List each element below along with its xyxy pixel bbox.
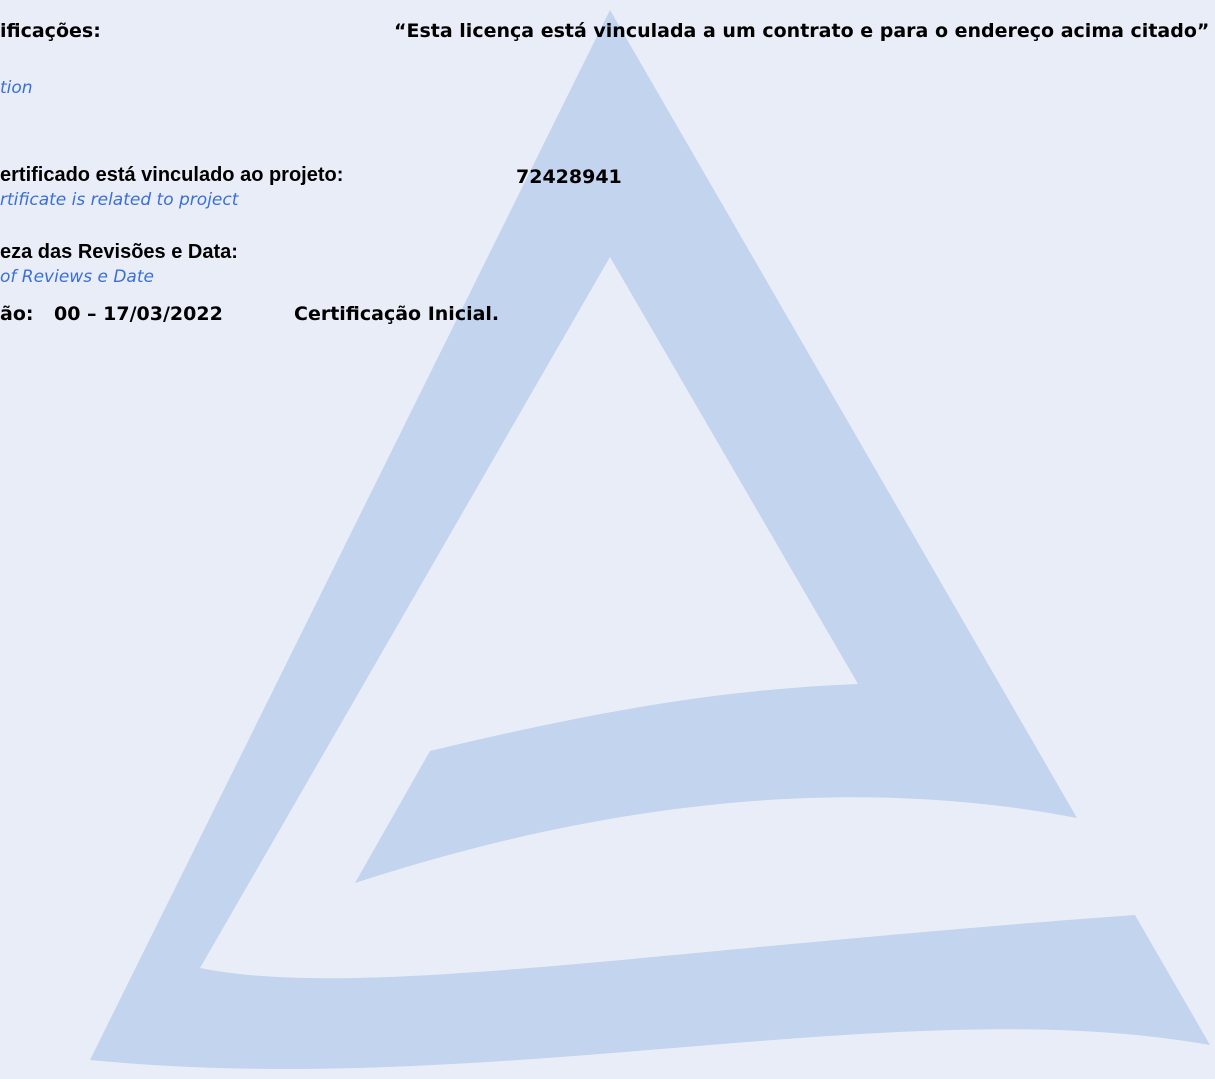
project-label: ertificado está vinculado ao projeto: <box>0 164 344 186</box>
specifications-label-english: tion <box>0 78 33 98</box>
revision-number-date: 00 – 17/03/2022 <box>54 303 223 325</box>
revision-description: Certificação Inicial. <box>294 303 500 325</box>
revisions-label-english: of Reviews e Date <box>0 267 154 287</box>
revision-entry-prefix: ão: <box>0 303 34 325</box>
specifications-label: ificações: <box>0 20 101 42</box>
project-number: 72428941 <box>516 166 622 188</box>
revisions-label: eza das Revisões e Data: <box>0 241 238 263</box>
specifications-value: “Esta licença está vinculada a um contra… <box>394 20 1210 42</box>
project-label-english: rtificate is related to project <box>0 190 239 210</box>
logo-watermark <box>90 10 1210 1069</box>
